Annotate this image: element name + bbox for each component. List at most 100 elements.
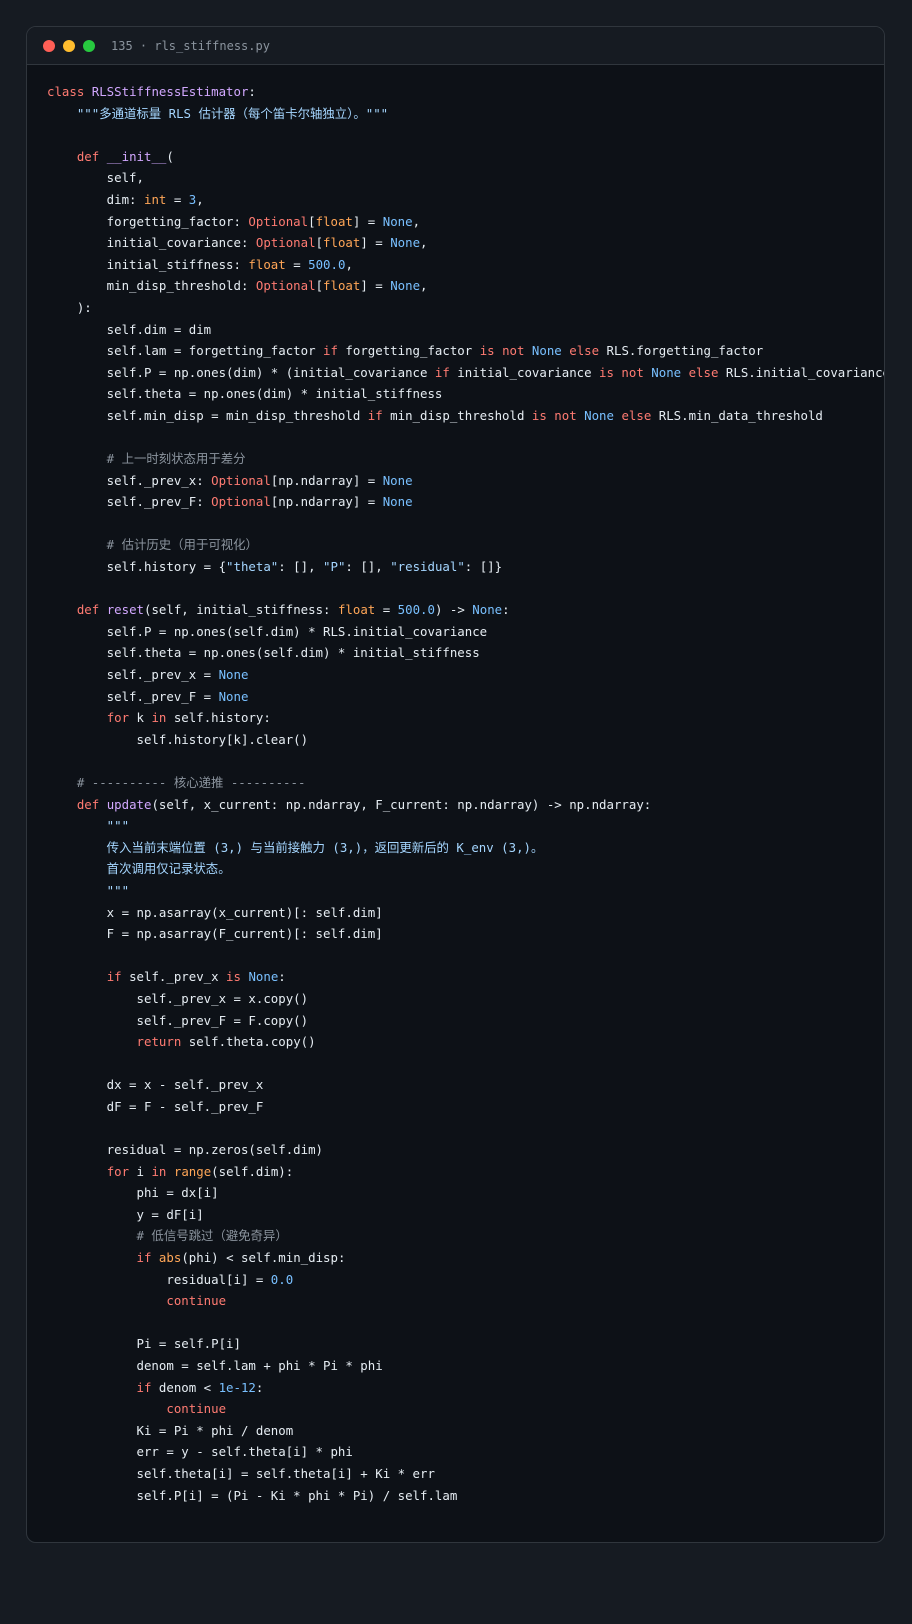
code-line: dim: int = 3, — [47, 189, 884, 211]
code-token: , — [420, 235, 428, 251]
code-token: residual[i] = — [47, 1271, 271, 1287]
code-token: self._prev_F = F.copy() — [47, 1012, 309, 1028]
code-token: float — [323, 235, 361, 251]
code-token: # 上一时刻状态用于差分 — [47, 451, 246, 467]
code-token: = — [166, 191, 189, 207]
code-line: dx = x - self._prev_x — [47, 1074, 884, 1096]
code-line: for i in range(self.dim): — [47, 1161, 884, 1183]
code-token: initial_stiffness: — [47, 256, 249, 272]
code-line: Pi = self.P[i] — [47, 1333, 884, 1355]
code-line: forgetting_factor: Optional[float] = Non… — [47, 211, 884, 233]
code-token: def — [76, 796, 107, 812]
code-token: # 估计历史（用于可视化） — [47, 537, 258, 553]
maximize-window-dot-icon[interactable] — [83, 39, 95, 52]
code-token: self.lam = forgetting_factor — [47, 343, 324, 359]
code-token: RLSStiffnessEstimator — [91, 84, 249, 99]
code-token: ] = — [360, 278, 391, 294]
code-token: None — [390, 235, 421, 251]
code-token: else — [569, 343, 600, 359]
code-token: """ — [47, 882, 130, 898]
code-token: # ---------- 核心递推 ---------- — [47, 775, 306, 790]
code-token: 500.0 — [397, 602, 435, 618]
code-line: y = dF[i] — [47, 1204, 884, 1226]
window-title: 135 · rls_stiffness.py — [111, 38, 270, 53]
code-line: residual[i] = 0.0 — [47, 1269, 884, 1291]
code-line: """ — [47, 880, 884, 902]
code-token: F = np.asarray(F_current)[: self.dim] — [47, 926, 383, 942]
code-line: self, — [47, 167, 884, 189]
code-token: ) -> — [434, 602, 473, 618]
code-token: forgetting_factor: — [47, 213, 249, 229]
code-token: [ — [308, 213, 316, 229]
code-line: self.theta[i] = self.theta[i] + Ki * err — [47, 1463, 884, 1485]
code-line: self.history = {"theta": [], "P": [], "r… — [47, 556, 884, 578]
code-token: Ki = Pi * phi / denom — [47, 1422, 294, 1438]
code-token: "residual" — [390, 559, 465, 575]
code-token: Optional — [255, 278, 316, 294]
code-token: , — [345, 256, 353, 272]
code-token: float — [248, 256, 286, 272]
code-token: None — [382, 213, 413, 229]
code-token: (phi) < self.min_disp: — [181, 1250, 346, 1266]
code-token: if — [136, 1250, 152, 1266]
code-token: self._prev_x = x.copy() — [47, 990, 309, 1006]
code-token: """多通道标量 RLS 估计器（每个笛卡尔轴独立）。""" — [47, 105, 389, 121]
code-token: : — [502, 602, 510, 618]
code-token: [np.ndarray] = — [270, 494, 383, 510]
code-token: residual = np.zeros(self.dim) — [47, 1142, 324, 1158]
close-window-dot-icon[interactable] — [43, 39, 55, 52]
code-line: initial_covariance: Optional[float] = No… — [47, 232, 884, 254]
code-token: [ — [315, 235, 324, 251]
code-token: = — [285, 256, 309, 272]
code-token: self._prev_F: — [47, 494, 212, 510]
code-token: , — [196, 191, 204, 207]
code-token: # 低信号跳过（避免奇异） — [47, 1228, 288, 1244]
code-token: [np.ndarray] = — [270, 472, 383, 488]
code-token: return — [136, 1034, 182, 1050]
code-token: for — [106, 1163, 130, 1179]
code-token: forgetting_factor — [337, 343, 480, 359]
code-line: for k in self.history: — [47, 707, 884, 729]
code-token: None — [531, 343, 562, 359]
code-token: self._prev_x = — [47, 667, 219, 683]
code-token: Pi = self.P[i] — [47, 1336, 241, 1352]
code-token: update — [106, 796, 152, 812]
code-line: continue — [47, 1398, 884, 1420]
code-line: if denom < 1e-12: — [47, 1377, 884, 1399]
code-token: (self, x_current: np.ndarray, F_current:… — [151, 796, 652, 812]
code-token: self.theta = np.ones(self.dim) * initial… — [47, 645, 480, 661]
code-token: if — [367, 407, 383, 423]
code-token: self.dim = dim — [47, 321, 212, 337]
code-token: float — [315, 213, 353, 229]
code-line: self._prev_F = F.copy() — [47, 1010, 884, 1032]
code-token: None — [248, 969, 279, 985]
code-token: dF = F - self._prev_F — [47, 1098, 264, 1114]
code-token: self.theta[i] = self.theta[i] + Ki * err — [47, 1466, 435, 1481]
code-token: continue — [166, 1401, 227, 1417]
code-token: if — [323, 343, 338, 359]
code-token: float — [337, 602, 376, 618]
code-token: if — [434, 364, 450, 380]
code-line: if abs(phi) < self.min_disp: — [47, 1247, 884, 1269]
minimize-window-dot-icon[interactable] — [63, 39, 75, 52]
code-token: else — [621, 407, 652, 423]
code-token: y = dF[i] — [47, 1206, 204, 1222]
code-token: self._prev_x: — [47, 472, 212, 488]
code-block[interactable]: class RLSStiffnessEstimator: """多通道标量 RL… — [47, 81, 884, 1506]
code-token: initial_covariance — [449, 364, 600, 380]
code-token: continue — [166, 1293, 227, 1309]
code-token: None — [218, 667, 249, 683]
code-token: in — [151, 710, 167, 726]
code-line: # 低信号跳过（避免奇异） — [47, 1225, 884, 1247]
code-token: dx = x - self._prev_x — [47, 1077, 264, 1093]
code-token: (self.dim): — [211, 1163, 294, 1179]
code-line: self._prev_x = None — [47, 664, 884, 686]
code-token: "theta" — [226, 559, 279, 575]
code-token: ] = — [360, 235, 391, 251]
code-token: ): — [47, 299, 92, 315]
